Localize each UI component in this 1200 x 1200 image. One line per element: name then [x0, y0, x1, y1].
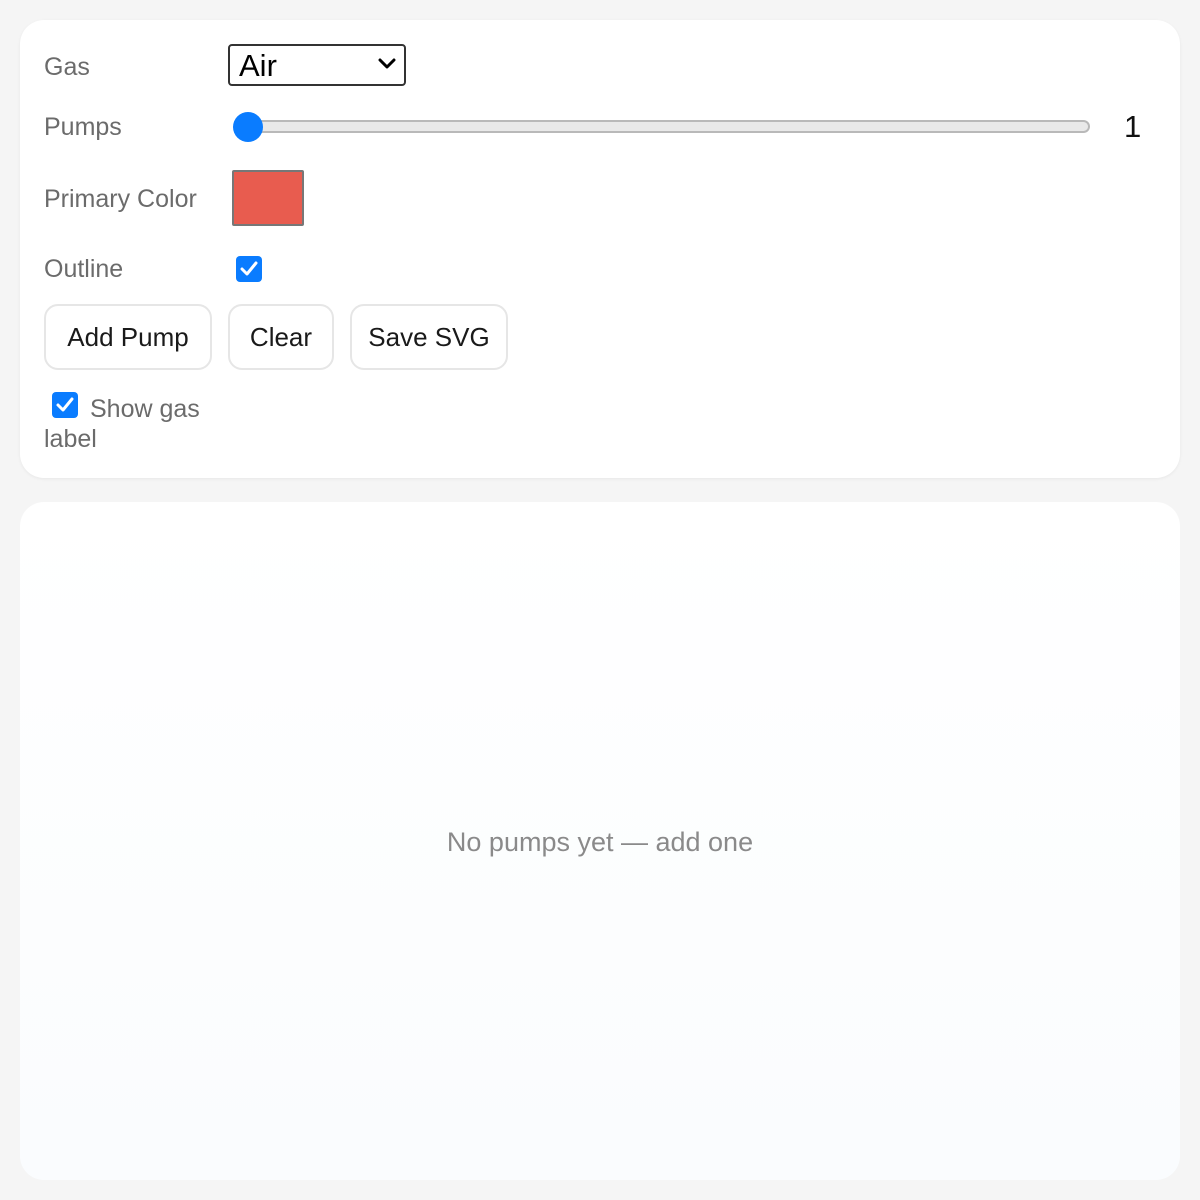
checkmark-icon	[56, 397, 74, 412]
primary-color-label: Primary Color	[44, 185, 197, 213]
pumps-value: 1	[1124, 109, 1142, 144]
pumps-slider[interactable]	[233, 112, 1090, 142]
save-svg-button[interactable]: Save SVG	[350, 304, 508, 370]
outline-checkbox[interactable]	[236, 256, 262, 282]
add-pump-button[interactable]: Add Pump	[44, 304, 212, 370]
pumps-slider-track	[234, 120, 1090, 133]
empty-state-message: No pumps yet — add one	[446, 827, 754, 857]
outline-label: Outline	[44, 255, 124, 283]
clear-button[interactable]: Clear	[228, 304, 334, 370]
show-gas-label-text: Show gas	[90, 395, 200, 423]
pumps-label: Pumps	[44, 113, 122, 141]
show-gas-label-text-cont: label	[44, 425, 97, 453]
gas-select-value: Air	[239, 48, 277, 83]
chevron-down-icon	[378, 58, 396, 69]
checkmark-icon	[240, 261, 258, 276]
primary-color-picker[interactable]	[232, 170, 304, 226]
controls-panel: Gas Air Pumps 1 Primary Color Outline Ad…	[20, 20, 1180, 478]
gas-select[interactable]: Air	[228, 44, 406, 86]
gas-label: Gas	[44, 53, 90, 81]
pumps-slider-thumb[interactable]	[233, 112, 263, 142]
pump-canvas: No pumps yet — add one	[20, 502, 1180, 1180]
show-gas-label-checkbox[interactable]	[52, 392, 78, 418]
